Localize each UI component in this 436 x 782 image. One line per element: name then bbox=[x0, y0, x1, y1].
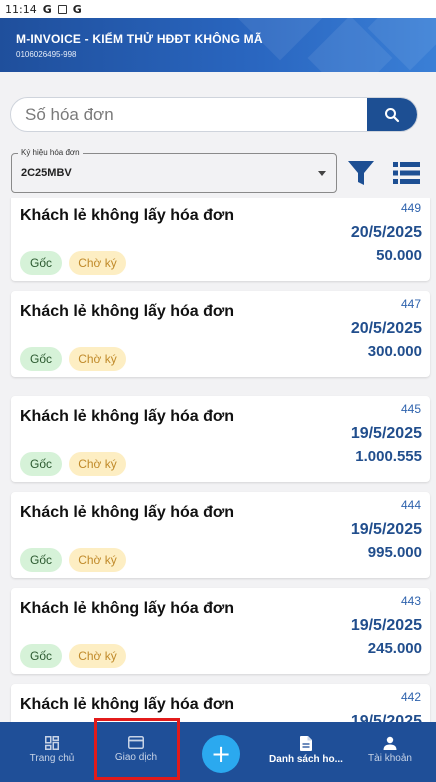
invoice-date: 19/5/2025 bbox=[350, 425, 422, 442]
invoice-amount: 245.000 bbox=[367, 640, 422, 657]
customer-name: Khách lẻ không lấy hóa đơn bbox=[20, 207, 235, 224]
plus-icon: + bbox=[210, 740, 232, 768]
google-icon: G bbox=[72, 2, 82, 16]
invoice-number: 445 bbox=[400, 402, 421, 416]
invoice-card[interactable]: Khách lẻ không lấy hóa đơn 449 20/5/2025… bbox=[11, 198, 430, 281]
customer-name: Khách lẻ không lấy hóa đơn bbox=[20, 303, 235, 320]
filter-icon bbox=[348, 161, 374, 185]
type-badge: Gốc bbox=[20, 644, 62, 668]
invoice-amount: 1.000.555 bbox=[355, 448, 422, 465]
invoice-number: 443 bbox=[400, 594, 421, 608]
nav-label: Trang chủ bbox=[29, 753, 75, 764]
tax-code: 0106026495-998 bbox=[16, 50, 77, 59]
invoice-date: 19/5/2025 bbox=[350, 521, 422, 538]
invoice-number: 442 bbox=[400, 690, 421, 704]
search-input[interactable] bbox=[11, 98, 369, 131]
customer-name: Khách lẻ không lấy hóa đơn bbox=[20, 600, 235, 617]
invoice-date: 20/5/2025 bbox=[350, 320, 422, 337]
type-badge: Gốc bbox=[20, 452, 62, 476]
filter-button[interactable] bbox=[347, 158, 375, 188]
invoice-card[interactable]: Khách lẻ không lấy hóa đơn 444 19/5/2025… bbox=[11, 492, 430, 578]
status-badge: Chờ ký bbox=[69, 644, 126, 668]
type-badge: Gốc bbox=[20, 347, 62, 371]
notification-box-icon bbox=[57, 4, 67, 14]
add-invoice-button[interactable]: + bbox=[202, 735, 240, 773]
nav-label: Tài khoản bbox=[368, 753, 412, 764]
person-icon bbox=[383, 736, 397, 750]
invoice-amount: 995.000 bbox=[367, 544, 422, 561]
nav-label: Danh sách ho... bbox=[269, 754, 343, 765]
invoice-number: 444 bbox=[400, 498, 421, 512]
series-value: 2C25MBV bbox=[21, 167, 72, 179]
app-header: M-INVOICE - KIỂM THỬ HĐĐT KHÔNG MÃ 01060… bbox=[0, 18, 436, 72]
status-badge: Chờ ký bbox=[69, 452, 126, 476]
search-icon bbox=[385, 107, 400, 122]
invoice-date: 19/5/2025 bbox=[350, 617, 422, 634]
company-title: M-INVOICE - KIỂM THỬ HĐĐT KHÔNG MÃ bbox=[16, 32, 263, 46]
dashboard-icon bbox=[45, 736, 59, 750]
invoice-card[interactable]: Khách lẻ không lấy hóa đơn 442 19/5/2025 bbox=[11, 684, 430, 722]
invoice-number: 449 bbox=[400, 201, 421, 215]
status-badge: Chờ ký bbox=[69, 548, 126, 572]
series-label: Ký hiệu hóa đơn bbox=[18, 148, 83, 157]
search-button[interactable] bbox=[367, 98, 417, 131]
nav-invoice-list[interactable]: Danh sách ho... bbox=[266, 722, 346, 782]
status-bar: 11:14 G G bbox=[0, 0, 436, 18]
invoice-card[interactable]: Khách lẻ không lấy hóa đơn 447 20/5/2025… bbox=[11, 291, 430, 377]
search-bar bbox=[10, 97, 418, 132]
invoice-number: 447 bbox=[400, 297, 421, 311]
google-icon: G bbox=[42, 2, 52, 16]
customer-name: Khách lẻ không lấy hóa đơn bbox=[20, 696, 235, 713]
invoice-card[interactable]: Khách lẻ không lấy hóa đơn 443 19/5/2025… bbox=[11, 588, 430, 674]
nav-account[interactable]: Tài khoản bbox=[358, 722, 422, 782]
nav-transactions[interactable]: Giao dịch bbox=[104, 722, 168, 782]
document-icon bbox=[300, 736, 312, 751]
customer-name: Khách lẻ không lấy hóa đơn bbox=[20, 408, 235, 425]
chevron-down-icon bbox=[318, 171, 326, 176]
type-badge: Gốc bbox=[20, 251, 62, 275]
type-badge: Gốc bbox=[20, 548, 62, 572]
invoice-card[interactable]: Khách lẻ không lấy hóa đơn 445 19/5/2025… bbox=[11, 396, 430, 482]
invoice-series-select[interactable]: Ký hiệu hóa đơn 2C25MBV bbox=[11, 148, 337, 193]
status-badge: Chờ ký bbox=[69, 347, 126, 371]
invoice-date: 20/5/2025 bbox=[350, 224, 422, 241]
invoice-list[interactable]: Khách lẻ không lấy hóa đơn 449 20/5/2025… bbox=[0, 198, 436, 722]
bottom-navigation: Trang chủ Giao dịch + Danh sách ho... Tà… bbox=[0, 722, 436, 782]
nav-home[interactable]: Trang chủ bbox=[20, 722, 84, 782]
invoice-date: 19/5/2025 bbox=[350, 713, 422, 722]
nav-label: Giao dịch bbox=[114, 752, 158, 763]
status-badge: Chờ ký bbox=[69, 251, 126, 275]
invoice-amount: 300.000 bbox=[367, 343, 422, 360]
customer-name: Khách lẻ không lấy hóa đơn bbox=[20, 504, 235, 521]
status-time: 11:14 bbox=[5, 2, 37, 16]
invoice-amount: 50.000 bbox=[376, 247, 422, 264]
card-icon bbox=[128, 736, 144, 749]
list-view-button[interactable] bbox=[393, 161, 420, 185]
list-icon bbox=[393, 162, 420, 184]
